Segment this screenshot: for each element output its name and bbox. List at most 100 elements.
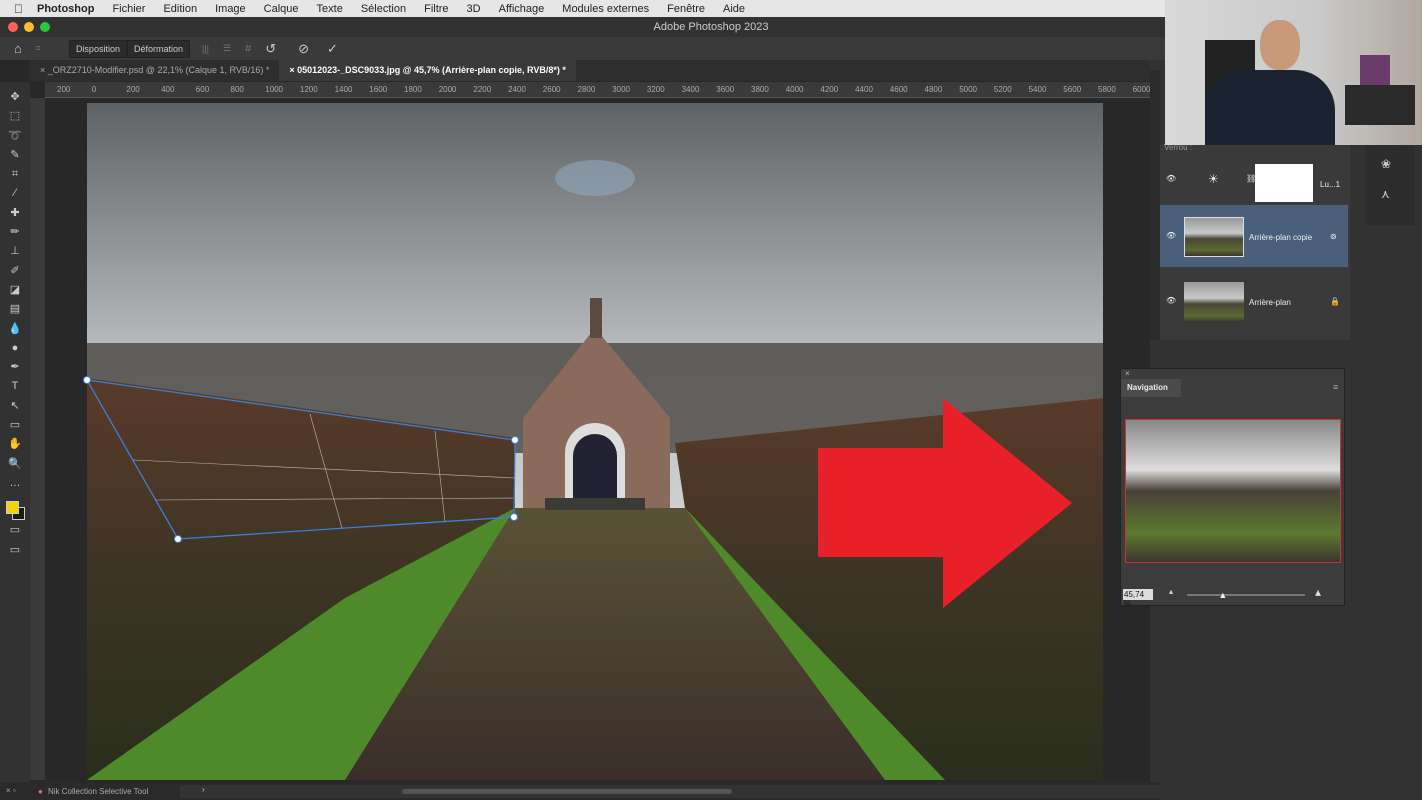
brightness-adjustment-icon: ☀ (1208, 172, 1219, 186)
type-tool-icon[interactable]: T (12, 377, 19, 396)
ruler-tick-label: 5200 (993, 85, 1012, 94)
panel-icon-column: ❀ ⋏ (1365, 145, 1415, 225)
brush-tool-icon[interactable]: ✏ (10, 223, 19, 242)
menu-app[interactable]: Photoshop (37, 3, 94, 15)
screen-mode-icon[interactable]: ▭ (10, 541, 20, 560)
ruler-tick-label: 6000 (1132, 85, 1150, 94)
zoom-percent-field[interactable]: 45,74 % (1123, 589, 1153, 608)
paths-icon[interactable]: ⋏ (1365, 183, 1415, 205)
menu-aide[interactable]: Aide (723, 3, 745, 15)
navigation-panel: × Navigation ≡ 45,74 % ▴ ▲ ▴ (1120, 368, 1345, 608)
lasso-tool-icon[interactable]: ➰ (8, 127, 22, 146)
reset-icon[interactable]: ↺ (265, 41, 276, 57)
visibility-eye-icon[interactable]: 👁 (1166, 231, 1176, 240)
lock-icon: 🔒 (1330, 297, 1340, 306)
visibility-eye-icon[interactable]: 👁 (1166, 174, 1176, 183)
color-swatches[interactable] (4, 499, 26, 521)
history-brush-tool-icon[interactable]: ✐ (10, 262, 19, 281)
hand-tool-icon[interactable]: ✋ (8, 435, 22, 454)
menu-texte[interactable]: Texte (317, 3, 343, 15)
menu-modules-externes[interactable]: Modules externes (562, 3, 649, 15)
printer (1345, 85, 1415, 125)
layer-arriere-plan[interactable]: 👁 Arrière-plan 🔒 (1160, 270, 1350, 332)
ruler-tick-label: 200 (57, 85, 71, 94)
status-bar: × ▫ ● Nik Collection Selective Tool › (0, 782, 1160, 800)
quick-select-tool-icon[interactable]: ✎ (10, 146, 19, 165)
blur-tool-icon[interactable]: 💧 (8, 320, 22, 339)
ruler-tick-label: 1200 (299, 85, 318, 94)
zoom-out-icon[interactable]: ▴ (1169, 587, 1173, 596)
pen-tool-icon[interactable]: ✒ (10, 358, 19, 377)
warp-tool-icon[interactable]: ⌗ (36, 43, 41, 54)
expand-chevron-icon[interactable]: › (202, 785, 205, 794)
horizontal-scrollbar[interactable]: › (180, 785, 1160, 798)
panel-menu-icon[interactable]: ≡ (1333, 382, 1338, 392)
horizontal-split-icon[interactable]: ☰ (223, 43, 231, 54)
properties-icon[interactable]: ❀ (1365, 145, 1415, 183)
gradient-tool-icon[interactable]: ▤ (10, 300, 20, 319)
zoom-tool-icon[interactable]: 🔍 (8, 455, 22, 474)
menu-affichage[interactable]: Affichage (499, 3, 545, 15)
close-status-icon[interactable]: × ▫ (6, 786, 16, 795)
more-tool-icon[interactable]: … (10, 474, 21, 493)
eyedropper-tool-icon[interactable]: ⁄ (14, 184, 16, 203)
document-tab[interactable]: × 05012023-_DSC9033.jpg @ 45,7% (Arrière… (279, 60, 576, 81)
foreground-color-swatch[interactable] (6, 501, 19, 515)
layers-panel: Verrou : 👁 ☀ ⛓ Lu...1 👁 Arrière-plan cop… (1160, 143, 1350, 340)
quick-mask-icon[interactable]: ▭ (10, 521, 20, 540)
scrollbar[interactable] (1150, 70, 1160, 340)
shape-tool-icon[interactable]: ▭ (10, 416, 20, 435)
visibility-eye-icon[interactable]: 👁 (1166, 296, 1176, 305)
close-tab-icon[interactable]: × (40, 65, 48, 75)
cancel-icon[interactable]: ⊘ (298, 41, 309, 57)
ruler-tick-label: 4400 (855, 85, 873, 94)
healing-tool-icon[interactable]: ✚ (10, 204, 19, 223)
menu-fenêtre[interactable]: Fenêtre (667, 3, 705, 15)
ruler-tick-label: 200 (126, 85, 140, 94)
document-tab[interactable]: × _ORZ2710-Modifier.psd @ 22,1% (Calque … (30, 60, 279, 81)
commit-checkmark-icon[interactable]: ✓ (327, 41, 338, 57)
zoom-slider-handle[interactable]: ▲ (1218, 590, 1227, 600)
layer-name: Lu...1 (1320, 180, 1341, 189)
ruler-tick-label: 1600 (369, 85, 388, 94)
menu-edition[interactable]: Edition (163, 3, 197, 15)
menu-image[interactable]: Image (215, 3, 246, 15)
menu-3d[interactable]: 3D (467, 3, 481, 15)
menu-fichier[interactable]: Fichier (112, 3, 145, 15)
layer-name: Arrière-plan (1249, 298, 1291, 307)
ruler-tick-label: 1400 (334, 85, 353, 94)
layer-adjustment[interactable]: 👁 ☀ ⛓ Lu...1 (1160, 150, 1350, 212)
close-tab-icon[interactable]: × (289, 65, 297, 75)
menu-sélection[interactable]: Sélection (361, 3, 406, 15)
scrollbar-thumb[interactable] (402, 789, 732, 794)
dodge-tool-icon[interactable]: ● (12, 339, 19, 358)
close-panel-icon[interactable]: × (1125, 369, 1130, 378)
eraser-tool-icon[interactable]: ◪ (10, 281, 20, 300)
document-image[interactable] (45, 98, 1150, 780)
menu-calque[interactable]: Calque (264, 3, 299, 15)
zoom-in-icon[interactable]: ▴ (1315, 585, 1321, 599)
ruler-tick-label: 3000 (612, 85, 630, 94)
smart-filter-icon[interactable]: ⊚ (1330, 232, 1337, 241)
home-icon[interactable]: ⌂ (14, 41, 22, 56)
vertical-split-icon[interactable]: ||| (202, 44, 209, 54)
ruler-tick-label: 5400 (1028, 85, 1047, 94)
crop-tool-icon[interactable]: ⌗ (12, 165, 18, 184)
apple-icon[interactable]:  (14, 2, 23, 16)
ruler-tick-label: 5600 (1063, 85, 1082, 94)
zoom-slider[interactable] (1187, 594, 1305, 596)
navigation-tab[interactable]: Navigation (1121, 379, 1181, 397)
stamp-tool-icon[interactable]: ⊥ (10, 242, 20, 261)
layer-arriere-plan-copie[interactable]: 👁 Arrière-plan copie ⊚ (1160, 205, 1348, 267)
canvas-area[interactable] (45, 98, 1150, 780)
menu-filtre[interactable]: Filtre (424, 3, 448, 15)
grid-split-icon[interactable]: # (245, 43, 251, 55)
move-tool-icon[interactable]: ✥ (10, 88, 19, 107)
tab-label: _ORZ2710-Modifier.psd @ 22,1% (Calque 1,… (47, 65, 270, 75)
deformation-button[interactable]: Déformation (126, 39, 190, 58)
ruler-tick-label: 4200 (820, 85, 839, 94)
disposition-button[interactable]: Disposition (68, 39, 127, 58)
path-select-tool-icon[interactable]: ↖ (10, 397, 19, 416)
navigator-preview[interactable] (1125, 419, 1341, 563)
marquee-tool-icon[interactable]: ⬚ (10, 107, 20, 126)
